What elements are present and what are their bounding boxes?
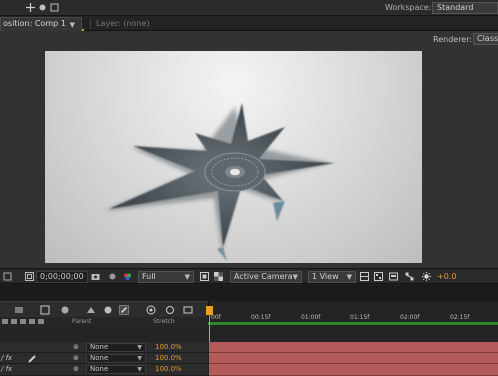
timeline-panel-icon[interactable] bbox=[389, 272, 398, 281]
parent-pickwhip-icon[interactable]: ⊚ bbox=[73, 354, 79, 363]
magnification-icon[interactable] bbox=[3, 272, 12, 281]
shape-tool-icon[interactable] bbox=[38, 3, 47, 12]
render-queue-icon[interactable] bbox=[183, 305, 193, 315]
layer-duration-bar[interactable] bbox=[209, 353, 498, 364]
parent-pickwhip-icon[interactable]: ⊚ bbox=[73, 343, 79, 352]
parent-pickwhip-icon[interactable]: ⊚ bbox=[73, 365, 79, 374]
pan-behind-tool-icon[interactable] bbox=[26, 3, 35, 12]
renderer-dropdown[interactable]: Classic bbox=[473, 33, 498, 45]
toggle-pixel-aspect-icon[interactable] bbox=[360, 272, 369, 281]
stretch-value[interactable]: 100.0% bbox=[155, 354, 182, 363]
work-area-bar[interactable] bbox=[208, 322, 498, 325]
auto-keyframe-icon[interactable] bbox=[165, 305, 175, 315]
composition-viewer: Renderer: Classic bbox=[0, 31, 498, 268]
top-toolbar: Workspace: Standard bbox=[0, 0, 498, 16]
view-layout-dropdown[interactable]: 1 View ▼ bbox=[308, 271, 356, 283]
shuriken-image bbox=[104, 103, 335, 261]
quality-brush-icon[interactable] bbox=[28, 354, 37, 363]
hide-shy-layers-icon[interactable] bbox=[60, 305, 70, 315]
ruler-label: 01:00f bbox=[301, 314, 321, 321]
chevron-down-icon: ▼ bbox=[137, 366, 142, 373]
timeline-toolbar bbox=[0, 301, 208, 317]
stretch-column-header[interactable]: Stretch bbox=[153, 318, 175, 325]
ruler-label: 01:15f bbox=[350, 314, 370, 321]
parent-dropdown[interactable]: None ▼ bbox=[86, 365, 146, 374]
layer-switches-header-icon bbox=[2, 319, 44, 324]
layer-column-headers: Parent Stretch bbox=[0, 317, 208, 326]
layer-duration-bar[interactable] bbox=[209, 342, 498, 353]
parent-dropdown[interactable]: None ▼ bbox=[86, 343, 146, 352]
stretch-value[interactable]: 100.0% bbox=[155, 365, 182, 374]
panel-tab-bar: osition: Comp 1 ▼ Layer: (none) bbox=[0, 16, 498, 31]
channel-rgb-icon[interactable] bbox=[123, 272, 132, 281]
ruler-label: 02:00f bbox=[400, 314, 420, 321]
composition-canvas[interactable] bbox=[45, 51, 422, 263]
parent-value: None bbox=[90, 365, 109, 373]
draft-3d-icon[interactable] bbox=[40, 305, 50, 315]
exposure-value[interactable]: +0.0 bbox=[437, 272, 456, 281]
view-layout-value: 1 View bbox=[312, 272, 339, 281]
tab-composition-label: osition: Comp 1 bbox=[3, 19, 66, 28]
parent-dropdown[interactable]: None ▼ bbox=[86, 354, 146, 363]
comp-mini-flowchart-icon[interactable] bbox=[14, 305, 24, 315]
resolution-dropdown[interactable]: Full ▼ bbox=[138, 271, 194, 283]
stretch-value[interactable]: 100.0% bbox=[155, 343, 182, 352]
parent-column-header[interactable]: Parent bbox=[72, 318, 91, 325]
tab-layer[interactable]: Layer: (none) bbox=[96, 18, 150, 30]
ruler-label: 02:15f bbox=[450, 314, 470, 321]
tab-composition[interactable]: osition: Comp 1 ▼ bbox=[0, 17, 82, 31]
safe-zones-icon[interactable] bbox=[25, 272, 34, 281]
tab-divider bbox=[90, 19, 91, 29]
region-of-interest-icon[interactable] bbox=[200, 272, 209, 281]
renderer-label: Renderer: bbox=[433, 35, 473, 44]
parent-value: None bbox=[90, 343, 109, 351]
exposure-icon[interactable] bbox=[422, 272, 431, 281]
current-time-indicator[interactable] bbox=[206, 306, 213, 315]
layer-row[interactable]: / fx ⊚ None ▼ 100.0% bbox=[0, 353, 208, 364]
motion-blur-icon[interactable] bbox=[103, 305, 113, 315]
flowchart-icon[interactable] bbox=[405, 272, 414, 281]
effects-switch-icon[interactable]: / fx bbox=[1, 365, 12, 374]
frame-blending-icon[interactable] bbox=[86, 305, 96, 315]
show-snapshot-icon[interactable] bbox=[108, 272, 117, 281]
workspace-label: Workspace: bbox=[385, 3, 432, 12]
camera-view-value: Active Camera bbox=[234, 272, 293, 281]
chevron-down-icon: ▼ bbox=[292, 273, 298, 281]
chevron-down-icon[interactable]: ▼ bbox=[70, 19, 75, 31]
ruler-label: 00:15f bbox=[251, 314, 271, 321]
layer-row[interactable]: / fx ⊚ None ▼ 100.0% bbox=[0, 364, 208, 376]
graph-editor-icon[interactable] bbox=[146, 305, 156, 315]
chevron-down-icon: ▼ bbox=[137, 344, 142, 351]
chevron-down-icon: ▼ bbox=[184, 273, 190, 281]
timeline-tab-strip bbox=[0, 285, 498, 301]
layer-row[interactable]: ⊚ None ▼ 100.0% bbox=[0, 342, 208, 353]
chevron-down-icon: ▼ bbox=[137, 355, 142, 362]
ruler-label: 00f bbox=[211, 314, 221, 321]
camera-snapshot-icon[interactable] bbox=[91, 272, 100, 281]
brainstorm-icon[interactable] bbox=[119, 305, 129, 315]
fast-previews-icon[interactable] bbox=[374, 272, 383, 281]
layer-duration-bar[interactable] bbox=[209, 364, 498, 376]
current-time-field[interactable]: 0;00;00;00 bbox=[36, 271, 88, 283]
timeline-panel: Parent Stretch 00f 00:15f 01:00f 01:15f … bbox=[0, 285, 498, 376]
viewer-controls-bar: 0;00;00;00 Full ▼ Active Camera ▼ 1 View… bbox=[0, 268, 498, 284]
workspace-dropdown[interactable]: Standard bbox=[432, 2, 498, 14]
transparency-grid-icon[interactable] bbox=[214, 272, 223, 281]
parent-value: None bbox=[90, 354, 109, 362]
resolution-value: Full bbox=[142, 272, 156, 281]
effects-switch-icon[interactable]: / fx bbox=[1, 354, 12, 363]
camera-view-dropdown[interactable]: Active Camera ▼ bbox=[230, 271, 302, 283]
chevron-down-icon: ▼ bbox=[346, 273, 352, 281]
brush-tool-icon[interactable] bbox=[50, 3, 59, 12]
